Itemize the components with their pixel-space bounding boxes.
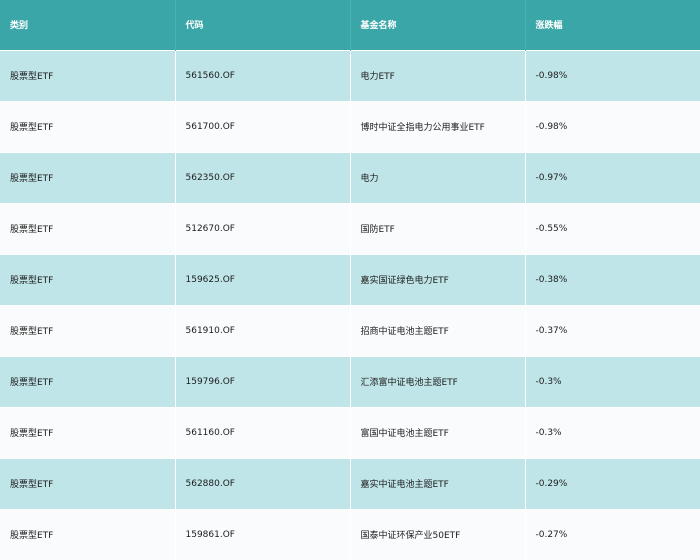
fund-name-cell: 汇添富中证电池主题ETF [350, 356, 526, 407]
code-cell: 562880.OF [175, 458, 351, 509]
column-header-category[interactable]: 类别 [0, 0, 176, 50]
category-cell: 股票型ETF [0, 101, 176, 152]
change-cell: -0.55% [535, 223, 568, 234]
fund-name-cell: 国防ETF [350, 203, 526, 254]
category-cell: 股票型ETF [0, 254, 176, 305]
category-cell: 股票型ETF [0, 305, 176, 356]
category-cell: 股票型ETF [0, 356, 176, 407]
fund-table: 类别 代码 基金名称 涨跌幅 股票型ETF 561560.OF 电力ETF -0… [0, 0, 700, 560]
fund-name-cell: 国泰中证环保产业50ETF [350, 509, 526, 560]
category-cell: 股票型ETF [0, 203, 176, 254]
change-cell: -0.27% [535, 529, 568, 540]
category-cell: 股票型ETF [0, 407, 176, 458]
change-cell: -0.38% [535, 274, 568, 285]
table-row[interactable]: 股票型ETF 159861.OF 国泰中证环保产业50ETF -0.27% [0, 509, 700, 560]
fund-name-cell: 电力 [350, 152, 526, 203]
code-cell: 561160.OF [175, 407, 351, 458]
fund-name-cell: 招商中证电池主题ETF [350, 305, 526, 356]
table-row[interactable]: 股票型ETF 159625.OF 嘉实国证绿色电力ETF -0.38% [0, 254, 700, 305]
fund-name-cell: 博时中证全指电力公用事业ETF [350, 101, 526, 152]
table-row[interactable]: 股票型ETF 159796.OF 汇添富中证电池主题ETF -0.3% [0, 356, 700, 407]
change-cell: -0.98% [535, 121, 568, 132]
change-cell: -0.98% [535, 70, 568, 81]
table-row[interactable]: 股票型ETF 561700.OF 博时中证全指电力公用事业ETF -0.98% [0, 101, 700, 152]
change-cell: -0.3% [535, 427, 562, 438]
column-header-change[interactable]: 涨跌幅 [525, 0, 700, 50]
change-cell: -0.97% [535, 172, 568, 183]
table-body: 股票型ETF 561560.OF 电力ETF -0.98% 股票型ETF 561… [0, 50, 700, 560]
code-cell: 561700.OF [175, 101, 351, 152]
category-cell: 股票型ETF [0, 50, 176, 101]
table-row[interactable]: 股票型ETF 562880.OF 嘉实中证电池主题ETF -0.29% [0, 458, 700, 509]
table-header: 类别 代码 基金名称 涨跌幅 [0, 0, 700, 50]
code-cell: 512670.OF [175, 203, 351, 254]
fund-name-cell: 嘉实国证绿色电力ETF [350, 254, 526, 305]
category-cell: 股票型ETF [0, 458, 176, 509]
category-cell: 股票型ETF [0, 509, 176, 560]
code-cell: 562350.OF [175, 152, 351, 203]
column-header-fund-name[interactable]: 基金名称 [350, 0, 526, 50]
category-cell: 股票型ETF [0, 152, 176, 203]
code-cell: 159861.OF [175, 509, 351, 560]
change-cell: -0.29% [535, 478, 568, 489]
fund-name-cell: 嘉实中证电池主题ETF [350, 458, 526, 509]
column-header-code[interactable]: 代码 [175, 0, 351, 50]
table-row[interactable]: 股票型ETF 561910.OF 招商中证电池主题ETF -0.37% [0, 305, 700, 356]
table-row[interactable]: 股票型ETF 561560.OF 电力ETF -0.98% [0, 50, 700, 101]
table-row[interactable]: 股票型ETF 561160.OF 富国中证电池主题ETF -0.3% [0, 407, 700, 458]
code-cell: 561560.OF [175, 50, 351, 101]
code-cell: 159796.OF [175, 356, 351, 407]
table-row[interactable]: 股票型ETF 512670.OF 国防ETF -0.55% [0, 203, 700, 254]
code-cell: 159625.OF [175, 254, 351, 305]
fund-name-cell: 电力ETF [350, 50, 526, 101]
table-row[interactable]: 股票型ETF 562350.OF 电力 -0.97% [0, 152, 700, 203]
header-row: 类别 代码 基金名称 涨跌幅 [0, 0, 700, 50]
fund-name-cell: 富国中证电池主题ETF [350, 407, 526, 458]
code-cell: 561910.OF [175, 305, 351, 356]
change-cell: -0.3% [535, 376, 562, 387]
change-cell: -0.37% [535, 325, 568, 336]
